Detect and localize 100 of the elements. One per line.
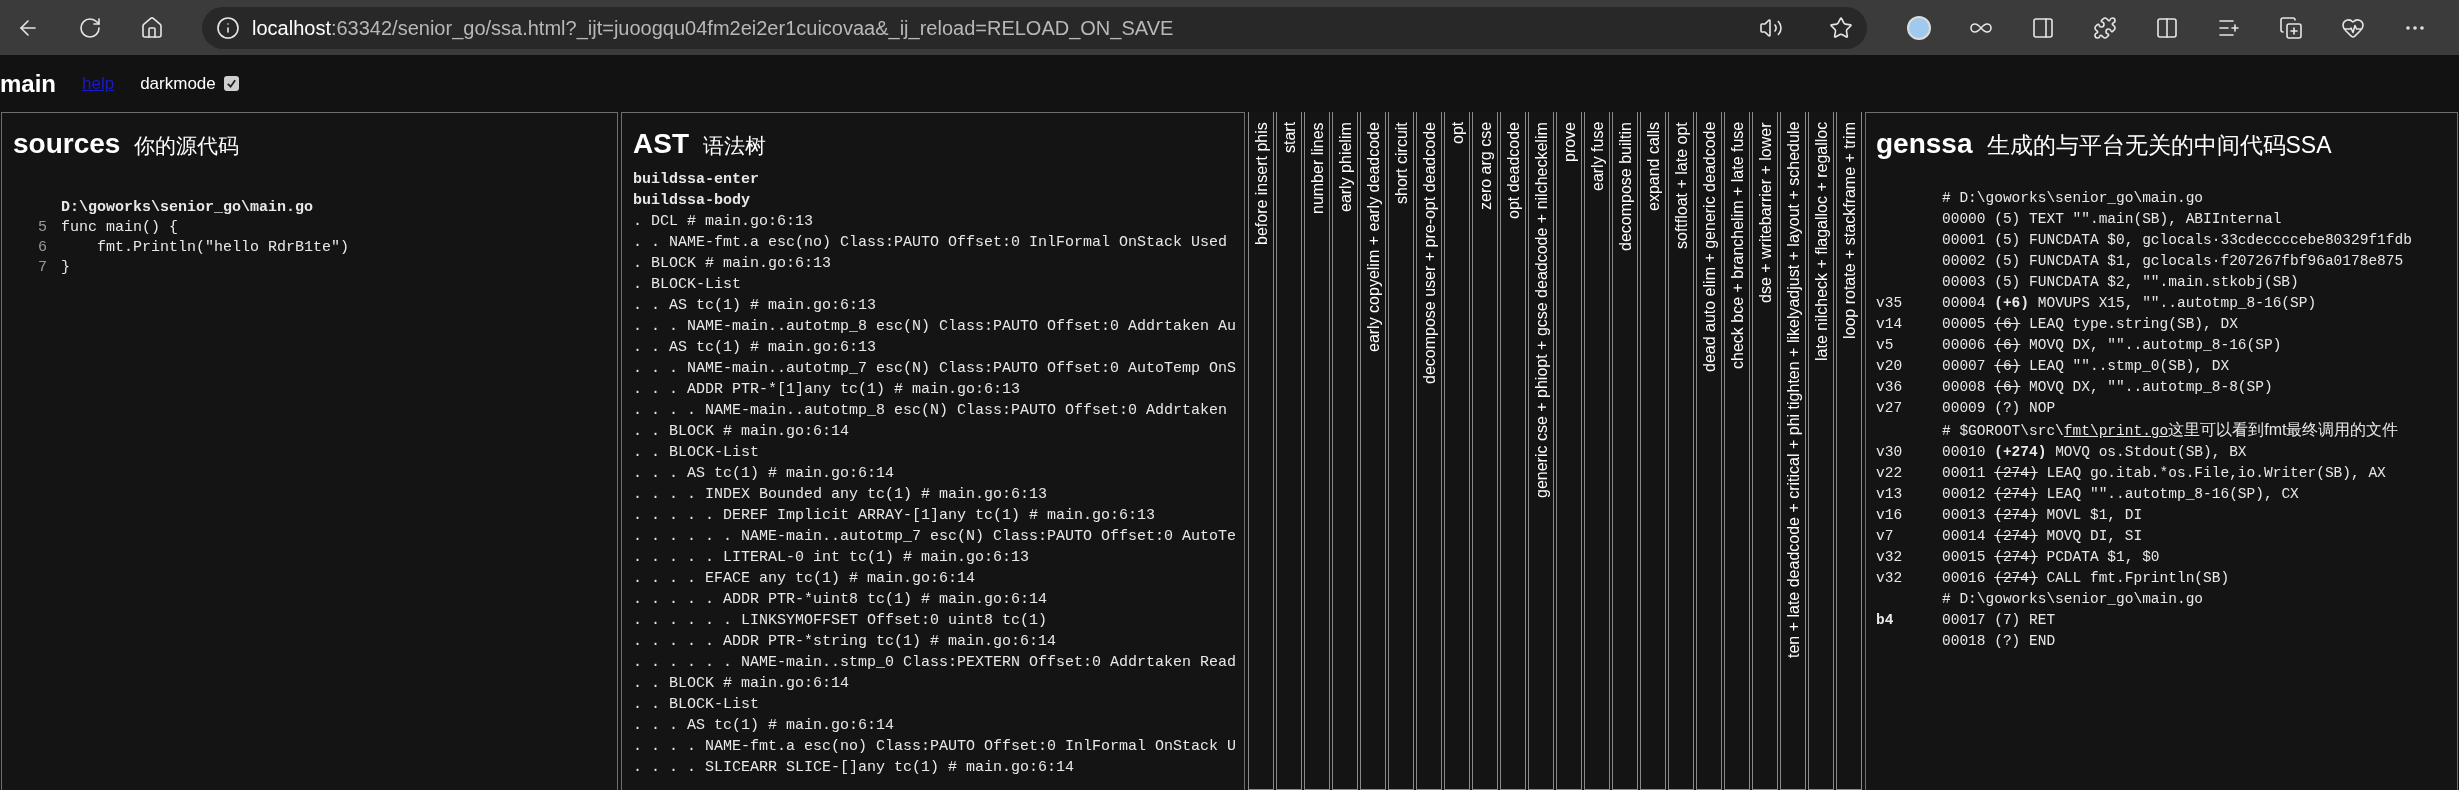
panel-subtitle: 语法树: [703, 133, 766, 159]
value-label: v13: [1876, 486, 1903, 502]
home-icon[interactable]: [140, 15, 164, 40]
instruction-line: 00008 (6) MOVQ DX, ""..autotmp_8-8(SP): [1942, 378, 2273, 397]
instruction-line: 00009 (?) NOP: [1942, 399, 2056, 418]
ast-line: . BLOCK-List: [633, 275, 742, 295]
code-line: fmt.Println("hello RdrB1te"): [96, 238, 350, 258]
value-label: v35: [1876, 295, 1903, 311]
code-line: }: [61, 258, 70, 278]
ast-line: . . . ADDR PTR-*[1]any tc(1) # main.go:6:13: [633, 380, 1021, 400]
phase-column[interactable]: dse + writebarrier + lower: [1752, 112, 1778, 790]
ast-line: . . BLOCK # main.go:6:14: [633, 674, 850, 694]
value-label: v36: [1876, 379, 1903, 395]
value-label: v30: [1876, 444, 1903, 460]
value-label: v16: [1876, 507, 1903, 523]
phase-column[interactable]: check bce + branchelim + late fuse: [1724, 112, 1750, 790]
ast-line: . . . . EFACE any tc(1) # main.go:6:14: [633, 569, 976, 589]
instruction-line: 00017 (7) RET: [1942, 611, 2056, 630]
phase-column[interactable]: prove: [1556, 112, 1582, 790]
panel-subtitle: 生成的与平台无关的中间代码SSA: [1986, 131, 2332, 160]
ast-line: . . . NAME-main..autotmp_7 esc(N) Class:PAUTO Offset:0 AutoTemp OnS: [633, 359, 1237, 379]
ast-line: . . . . . . NAME-main..stmp_0 Class:PEXTERN Offset:0 Addrtaken Read: [633, 653, 1237, 673]
phase-column[interactable]: softfloat + late opt: [1668, 112, 1694, 790]
instruction-line: 00004 (+6) MOVUPS X15, ""..autotmp_8-16(SP): [1942, 294, 2317, 313]
checkmark-icon: [225, 78, 237, 89]
ast-line: . . NAME-fmt.a esc(no) Class:PAUTO Offset:0 InlFormal OnStack Used: [633, 233, 1228, 253]
source-comment: # D:\goworks\senior_go\main.go: [1942, 189, 2204, 208]
value-label: v7: [1876, 528, 1894, 544]
phase-column[interactable]: before insert phis: [1248, 112, 1274, 790]
instruction-line: 00016 (274) CALL fmt.Fprintln(SB): [1942, 569, 2230, 588]
darkmode-checkbox[interactable]: [223, 76, 239, 91]
star-icon[interactable]: [1829, 15, 1853, 40]
phase-column[interactable]: early copyelim + early deadcode: [1360, 112, 1386, 790]
refresh-icon[interactable]: [78, 15, 102, 40]
ast-line: . BLOCK # main.go:6:13: [633, 254, 832, 274]
line-number: 6: [37, 238, 48, 258]
source-comment: # D:\goworks\senior_go\main.go: [1942, 590, 2204, 609]
panel-icon[interactable]: [2031, 15, 2055, 40]
phase-column[interactable]: late nilcheck + flagalloc + regalloc: [1808, 112, 1834, 790]
phase-column[interactable]: opt deadcode: [1500, 112, 1526, 790]
phase-column[interactable]: decompose user + pre-opt deadcode: [1416, 112, 1442, 790]
value-label: v32: [1876, 570, 1903, 586]
split-screen-icon[interactable]: [2155, 15, 2179, 40]
ast-line: . . . . . ADDR PTR-*string tc(1) # main.go:6:14: [633, 632, 1057, 652]
ast-line: . . . AS tc(1) # main.go:6:14: [633, 464, 895, 484]
instruction-line: 00012 (274) LEAQ ""..autotmp_8-16(SP), CX: [1942, 485, 2299, 504]
phase-column[interactable]: expand calls: [1640, 112, 1666, 790]
phase-column[interactable]: number lines: [1304, 112, 1330, 790]
ast-line: . . . . SLICEARR SLICE-[]any tc(1) # main.go:6:14: [633, 758, 1075, 778]
phase-column[interactable]: opt: [1444, 112, 1470, 790]
address-bar[interactable]: localhost:63342/senior_go/ssa.html?_ijt=juoogqu04fm2ei2er1cuicovaa&_ij_reload=RELOAD_ON_SAVE: [202, 6, 1867, 49]
phase-column[interactable]: early fuse: [1584, 112, 1610, 790]
value-label: v32: [1876, 549, 1903, 565]
ast-line: . DCL # main.go:6:13: [633, 212, 814, 232]
phase-column[interactable]: dead auto elim + generic deadcode: [1696, 112, 1722, 790]
ast-line: . . BLOCK # main.go:6:14: [633, 422, 850, 442]
ast-line: . . AS tc(1) # main.go:6:13: [633, 338, 877, 358]
phase-column[interactable]: decompose builtin: [1612, 112, 1638, 790]
value-label: v27: [1876, 400, 1903, 416]
ast-line: . . . . . . LINKSYMOFFSET Offset:0 uint8 tc(1): [633, 611, 1048, 631]
value-label: b4: [1876, 612, 1894, 628]
profile-avatar[interactable]: [1907, 15, 1931, 40]
value-label: v20: [1876, 358, 1903, 374]
value-label: v5: [1876, 337, 1894, 353]
panel-title: sources: [13, 127, 121, 161]
panel-title: AST: [633, 127, 689, 161]
url-text: localhost:63342/senior_go/ssa.html?_ijt=juoogqu04fm2ei2er1cuicovaa&_ij_reload=RELOAD_ON_SAVE: [252, 15, 1174, 42]
phase-column[interactable]: zero arg cse: [1472, 112, 1498, 790]
ast-line: . . . . . LITERAL-0 int tc(1) # main.go:6:13: [633, 548, 1030, 568]
info-icon[interactable]: [216, 15, 240, 40]
file-path: D:\goworks\senior_go\main.go: [60, 198, 315, 218]
code-line: func main() {: [61, 218, 179, 238]
instruction-line: 00011 (274) LEAQ go.itab.*os.File,io.Writer(SB), AX: [1942, 464, 2386, 483]
panel-title: genssa: [1876, 127, 1973, 161]
phase-column[interactable]: short circuit: [1388, 112, 1414, 790]
source-comment: # $GOROOT\src\fmt\print.go这里可以看到fmt最终调用的文件: [1942, 420, 2399, 441]
instruction-line: 00007 (6) LEAQ ""..stmp_0(SB), DX: [1942, 357, 2230, 376]
instruction-line: 00005 (6) LEAQ type.string(SB), DX: [1942, 315, 2238, 334]
phase-column[interactable]: generic cse + phiopt + gcse deadcode + nilcheckelim: [1528, 112, 1554, 790]
ast-line: . . . . . . NAME-main..autotmp_7 esc(N) Class:PAUTO Offset:0 AutoTe: [633, 527, 1237, 547]
line-number: 5: [37, 218, 48, 238]
ast-line: . . . . INDEX Bounded any tc(1) # main.go:6:13: [633, 485, 1048, 505]
page-title: main: [0, 68, 56, 99]
phase-column[interactable]: loop rotate + stackframe + trim: [1836, 112, 1862, 790]
instruction-line: 00002 (5) FUNCDATA $1, gclocals·f207267fbf96a0178e875: [1942, 252, 2404, 271]
instruction-line: 00014 (274) MOVQ DI, SI: [1942, 527, 2143, 546]
value-label: v22: [1876, 465, 1903, 481]
extensions-icon[interactable]: [2093, 15, 2117, 40]
instruction-line: 00018 (?) END: [1942, 632, 2056, 651]
instruction-line: 00000 (5) TEXT "".main(SB), ABIInternal: [1942, 210, 2282, 229]
ast-line: . . . . NAME-main..autotmp_8 esc(N) Class:PAUTO Offset:0 Addrtaken: [633, 401, 1228, 421]
ast-line: buildssa-body: [633, 191, 751, 211]
value-label: v14: [1876, 316, 1903, 332]
phase-column[interactable]: start: [1276, 112, 1302, 790]
phase-column[interactable]: early phielim: [1332, 112, 1358, 790]
phase-column[interactable]: ten + late deadcode + critical + phi tighten + likelyadjust + layout + schedule: [1780, 112, 1806, 790]
collections-icon[interactable]: [2279, 15, 2303, 40]
instruction-line: 00010 (+274) MOVQ os.Stdout(SB), BX: [1942, 443, 2247, 462]
line-number: 7: [37, 258, 48, 278]
darkmode-label: darkmode: [140, 72, 216, 95]
